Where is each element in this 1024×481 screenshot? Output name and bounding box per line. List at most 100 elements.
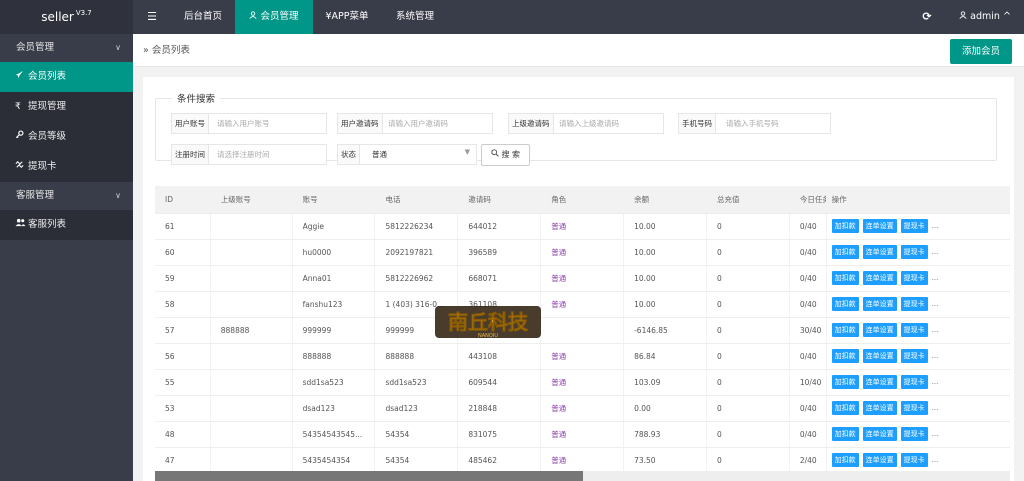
table-row: 55 sdd1sa523 sdd1sa523 609544 普通 103.09 0 10/40… [155,369,1010,396]
main-content: » 会员列表 添加会员 条件搜索 用户账号 用户邀请码 上级邀请码 手机号码 注… [133,34,1024,481]
adjust-balance-button[interactable]: 加扣款 [831,349,859,363]
order-settings-button[interactable]: 连单设置 [862,271,897,285]
register-time-input[interactable] [213,145,326,164]
search-button[interactable]: 搜 索 [481,144,530,166]
table-cell: 普通 [540,369,625,396]
table-cell: 54354 [374,421,459,448]
more-actions-icon[interactable]: ... [932,430,939,438]
table-cell: 0/40 [789,291,827,318]
sidebar-group-service[interactable]: 客服管理 ∨ [0,182,133,210]
phone-input[interactable] [722,114,830,133]
sidebar-item-withdraw-card[interactable]: 提现卡 [0,152,133,182]
breadcrumb: » 会员列表 [143,34,190,67]
tab-home[interactable]: 后台首页 [171,0,235,34]
more-actions-icon[interactable]: ... [932,326,939,334]
more-actions-icon[interactable]: ... [932,456,939,464]
row-actions: 加扣款 连单设置 提现卡... [826,395,1010,422]
scrollbar-thumb[interactable] [155,471,583,481]
adjust-balance-button[interactable]: 加扣款 [831,323,859,337]
parent-invite-code-input[interactable] [555,114,663,133]
sidebar-item-label: 客服列表 [28,219,67,230]
table-cell: 56 [155,343,211,370]
more-actions-icon[interactable]: ... [932,378,939,386]
field-label: 状态 [338,145,360,164]
table-cell: 218848 [457,395,542,422]
sidebar-item-withdraw[interactable]: ₹ 提现管理 [0,92,133,122]
horizontal-scrollbar[interactable] [155,471,1010,481]
adjust-balance-button[interactable]: 加扣款 [831,297,859,311]
withdraw-card-button[interactable]: 提现卡 [900,349,928,363]
order-settings-button[interactable]: 连单设置 [862,349,897,363]
adjust-balance-button[interactable]: 加扣款 [831,375,859,389]
column-header: 角色 [540,186,625,214]
order-settings-button[interactable]: 连单设置 [862,323,897,337]
order-settings-button[interactable]: 连单设置 [862,427,897,441]
table-cell [210,239,293,266]
withdraw-card-button[interactable]: 提现卡 [900,401,928,415]
table-cell: 0/40 [789,421,827,448]
member-table: ID 上级账号 账号 电话 邀请码 角色 余额 总充值 今日任务 操作 61 Ag… [155,186,1010,471]
more-actions-icon[interactable]: ... [932,222,939,230]
table-cell: 59 [155,265,211,292]
adjust-balance-button[interactable]: 加扣款 [831,401,859,415]
more-actions-icon[interactable]: ... [932,352,939,360]
row-actions: 加扣款 连单设置 提现卡... [826,239,1010,266]
table-cell: 86.84 [623,343,707,370]
more-actions-icon[interactable]: ... [932,248,939,256]
tab-member-management[interactable]: 会员管理 [235,0,313,34]
table-row: 56 888888 888888 443108 普通 86.84 0 0/40 加扣款 连单设置提… [155,343,1010,370]
order-settings-button[interactable]: 连单设置 [862,453,897,467]
order-settings-button[interactable]: 连单设置 [862,219,897,233]
more-actions-icon[interactable]: ... [932,300,939,308]
withdraw-card-button[interactable]: 提现卡 [900,453,928,467]
sidebar-item-service-list[interactable]: 客服列表 [0,210,133,240]
phone-field: 手机号码 [678,113,831,134]
invite-code-input[interactable] [384,114,492,133]
table-cell: 普通 [540,421,625,448]
table-cell: dsad123 [292,395,376,422]
withdraw-card-button[interactable]: 提现卡 [900,323,928,337]
withdraw-card-button[interactable]: 提现卡 [900,245,928,259]
more-actions-icon[interactable]: ... [932,404,939,412]
adjust-balance-button[interactable]: 加扣款 [831,245,859,259]
member-list-panel: 条件搜索 用户账号 用户邀请码 上级邀请码 手机号码 注册时间 状态 普通 ▼ [143,77,1014,481]
sidebar-item-label: 提现卡 [28,161,57,172]
table-cell: 0/40 [789,395,827,422]
menu-toggle-icon[interactable]: ☰ [141,0,163,34]
user-menu[interactable]: admin ^ [951,0,1019,34]
table-cell: 58 [155,291,211,318]
sidebar-item-member-list[interactable]: 会员列表 [0,62,133,92]
order-settings-button[interactable]: 连单设置 [862,375,897,389]
withdraw-card-button[interactable]: 提现卡 [900,271,928,285]
search-legend: 条件搜索 [177,94,216,105]
table-cell [540,317,625,344]
adjust-balance-button[interactable]: 加扣款 [831,453,859,467]
status-select[interactable]: 状态 普通 ▼ [337,144,477,165]
key-icon [15,122,28,152]
adjust-balance-button[interactable]: 加扣款 [831,427,859,441]
username-input[interactable] [213,114,326,133]
withdraw-card-button[interactable]: 提现卡 [900,219,928,233]
sidebar-group-member[interactable]: 会员管理 ∨ [0,34,133,62]
tab-app-menu[interactable]: ¥APP菜单 [313,0,381,34]
row-actions: 加扣款 连单设置 提现卡... [826,447,1010,471]
add-member-button[interactable]: 添加会员 [950,39,1012,64]
row-actions: 加扣款 连单设置 提现卡... [826,369,1010,396]
row-actions: 加扣款 连单设置 提现卡... [826,213,1010,240]
table-cell: 普通 [540,213,625,240]
withdraw-card-button[interactable]: 提现卡 [900,297,928,311]
order-settings-button[interactable]: 连单设置 [862,245,897,259]
refresh-icon[interactable]: ⟳ [916,0,938,34]
withdraw-card-button[interactable]: 提现卡 [900,427,928,441]
table-cell: 0 [706,265,790,292]
order-settings-button[interactable]: 连单设置 [862,297,897,311]
field-label: 注册时间 [172,145,209,164]
adjust-balance-button[interactable]: 加扣款 [831,219,859,233]
more-actions-icon[interactable]: ... [932,274,939,282]
adjust-balance-button[interactable]: 加扣款 [831,271,859,285]
sidebar-item-member-level[interactable]: 会员等级 [0,122,133,152]
withdraw-card-button[interactable]: 提现卡 [900,375,928,389]
tab-system-management[interactable]: 系统管理 [387,0,443,34]
brand-version: V3.7 [75,9,92,17]
order-settings-button[interactable]: 连单设置 [862,401,897,415]
